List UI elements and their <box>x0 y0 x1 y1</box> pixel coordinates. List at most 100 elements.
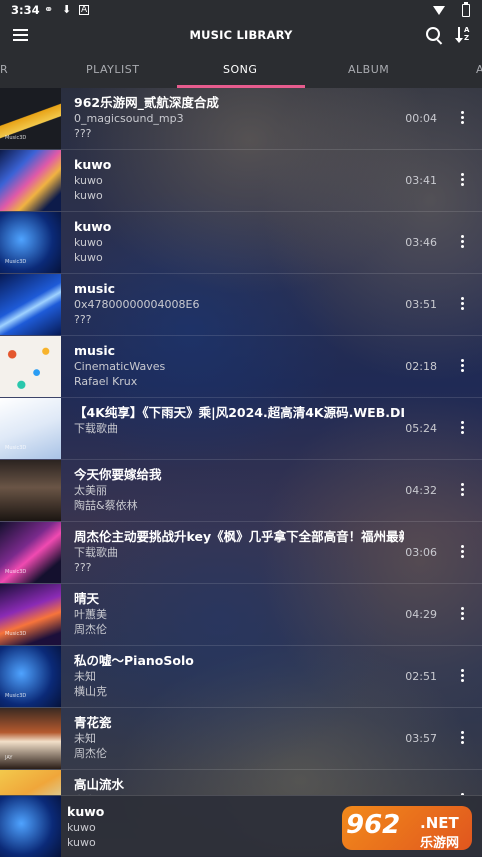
more-options-icon[interactable] <box>461 297 465 311</box>
song-row[interactable]: Music3D 周杰伦主动要挑战升key《枫》几乎拿下全部高音！福州最新 下载歌曲?… <box>0 522 482 584</box>
more-options-icon[interactable] <box>461 421 465 435</box>
song-duration: 03:46 <box>405 236 437 249</box>
more-options-icon[interactable] <box>461 731 465 745</box>
song-row[interactable]: 今天你要嫁给我 太美丽 陶喆&蔡依林 04:32 <box>0 460 482 522</box>
song-row[interactable]: Music3D 私の嘘～PianoSolo 未知 横山克 02:51 <box>0 646 482 708</box>
song-row[interactable]: kuwo kuwo kuwo 03:41 <box>0 150 482 212</box>
song-title: 高山流水 <box>74 777 125 792</box>
song-info: kuwo kuwo kuwo <box>74 219 404 265</box>
album-artwork: Music3D <box>0 212 61 273</box>
now-playing-album: kuwo <box>67 821 96 834</box>
now-playing-bar[interactable]: kuwo kuwo kuwo 962 .NET 乐游网 <box>0 795 482 857</box>
song-row[interactable]: Music3D 【4K纯享】《下雨天》乘|风2024.超高清4K源码.WEB.DL… <box>0 398 482 460</box>
album-artwork: Music3D <box>0 584 61 645</box>
song-row[interactable]: Music3D 晴天 叶蕙美 周杰伦 04:29 <box>0 584 482 646</box>
artwork-caption: Music3D <box>5 259 27 265</box>
now-playing-info: kuwo kuwo kuwo <box>67 804 104 850</box>
song-duration: 04:29 <box>405 608 437 621</box>
song-title: 【4K纯享】《下雨天》乘|风2024.超高清4K源码.WEB.DL <box>74 405 404 420</box>
tab-artist[interactable]: R <box>0 63 8 76</box>
song-info: 今天你要嫁给我 太美丽陶喆&蔡依林 <box>74 467 404 513</box>
song-info: 私の嘘～PianoSolo 未知 横山克 <box>74 653 404 699</box>
song-album: 0x47800000004008E6 <box>74 298 200 311</box>
now-playing-artwork <box>0 796 61 857</box>
song-title: kuwo <box>74 157 112 172</box>
song-album: 0_magicsound_mp3 <box>74 112 184 125</box>
headphones-icon: ⚭ <box>44 3 54 16</box>
watermark-cn: 乐游网 <box>420 836 460 851</box>
song-title: 晴天 <box>74 591 100 606</box>
song-row[interactable]: music 0x47800000004008E6??? 03:51 <box>0 274 482 336</box>
song-album: 太美丽 <box>74 484 107 497</box>
song-row[interactable]: Music3D kuwo kuwo kuwo 03:46 <box>0 212 482 274</box>
wifi-icon <box>433 6 445 15</box>
page-title: MUSIC LIBRARY <box>189 28 293 42</box>
artwork-caption: Music3D <box>5 445 27 451</box>
more-options-icon[interactable] <box>461 607 465 621</box>
download-icon: ⬇ <box>62 3 72 16</box>
search-icon[interactable] <box>426 27 440 41</box>
song-title: 962乐游网_贰航深度合成 <box>74 95 219 110</box>
song-row[interactable]: Music3D 962乐游网_贰航深度合成 0_magicsound_mp3??? 0… <box>0 88 482 150</box>
more-options-icon[interactable] <box>461 359 465 373</box>
song-info: 高山流水上海 <box>74 777 404 795</box>
song-title: music <box>74 343 116 358</box>
artwork-caption: JAY <box>5 755 13 761</box>
more-options-icon[interactable] <box>461 545 465 559</box>
artwork-caption: Music3D <box>5 631 27 637</box>
tab-album[interactable]: ALBUM <box>348 63 389 76</box>
song-artist: 周杰伦 <box>74 623 107 636</box>
tab-playlist[interactable]: PLAYLIST <box>86 63 139 76</box>
more-options-icon[interactable] <box>461 483 465 497</box>
song-album: 下载歌曲 <box>74 546 118 559</box>
album-artwork <box>0 336 61 397</box>
more-options-icon[interactable] <box>461 111 465 125</box>
song-title: 周杰伦主动要挑战升key《枫》几乎拿下全部高音！福州最新 <box>74 529 404 544</box>
song-duration: 03:57 <box>405 732 437 745</box>
song-album: CinematicWaves <box>74 360 166 373</box>
song-duration: 04:32 <box>405 484 437 497</box>
song-title: music <box>74 281 116 296</box>
more-options-icon[interactable] <box>461 669 465 683</box>
battery-icon <box>462 2 470 17</box>
song-info: music CinematicWaves Rafael Krux <box>74 343 404 389</box>
song-duration: 03:51 <box>405 298 437 311</box>
song-album: kuwo <box>74 236 103 249</box>
song-duration: 02:51 <box>405 670 437 683</box>
album-artwork: Music3D <box>0 88 61 149</box>
song-row[interactable]: 高山流水上海00:30 <box>0 770 482 795</box>
album-artwork <box>0 770 61 795</box>
now-playing-title: kuwo <box>67 804 105 819</box>
song-album: 叶蕙美 <box>74 608 107 621</box>
song-row[interactable]: music CinematicWaves Rafael Krux 02:18 <box>0 336 482 398</box>
song-duration: 03:06 <box>405 546 437 559</box>
tab-song[interactable]: SONG <box>223 63 257 76</box>
sort-az-icon[interactable]: AZ <box>455 26 475 46</box>
song-title: 今天你要嫁给我 <box>74 467 162 482</box>
song-duration: 03:41 <box>405 174 437 187</box>
song-row[interactable]: JAY 青花瓷 未知 周杰伦 03:57 <box>0 708 482 770</box>
song-album: 下载歌曲 <box>74 422 118 435</box>
song-list[interactable]: Music3D 962乐游网_贰航深度合成 0_magicsound_mp3??? 0… <box>0 88 482 795</box>
song-artist: Rafael Krux <box>74 375 138 388</box>
song-title: kuwo <box>74 219 112 234</box>
song-artist: ??? <box>74 127 92 140</box>
song-info: kuwo kuwo kuwo <box>74 157 404 203</box>
more-options-icon[interactable] <box>461 235 465 249</box>
song-album: kuwo <box>74 174 103 187</box>
song-artist: ??? <box>74 561 92 574</box>
song-duration: 00:04 <box>405 112 437 125</box>
album-artwork: JAY <box>0 708 61 769</box>
more-options-icon[interactable] <box>461 173 465 187</box>
song-info: 周杰伦主动要挑战升key《枫》几乎拿下全部高音！福州最新 下载歌曲??? <box>74 529 404 575</box>
song-info: 晴天 叶蕙美 周杰伦 <box>74 591 404 637</box>
artwork-caption: Music3D <box>5 135 27 141</box>
song-artist: ??? <box>74 313 92 326</box>
song-info: music 0x47800000004008E6??? <box>74 281 404 327</box>
tab-artist-right[interactable]: A <box>476 63 482 76</box>
album-artwork <box>0 460 61 521</box>
album-artwork: Music3D <box>0 646 61 707</box>
artwork-caption: Music3D <box>5 569 27 575</box>
album-artwork: Music3D <box>0 522 61 583</box>
song-artist: 陶喆&蔡依林 <box>74 499 138 512</box>
